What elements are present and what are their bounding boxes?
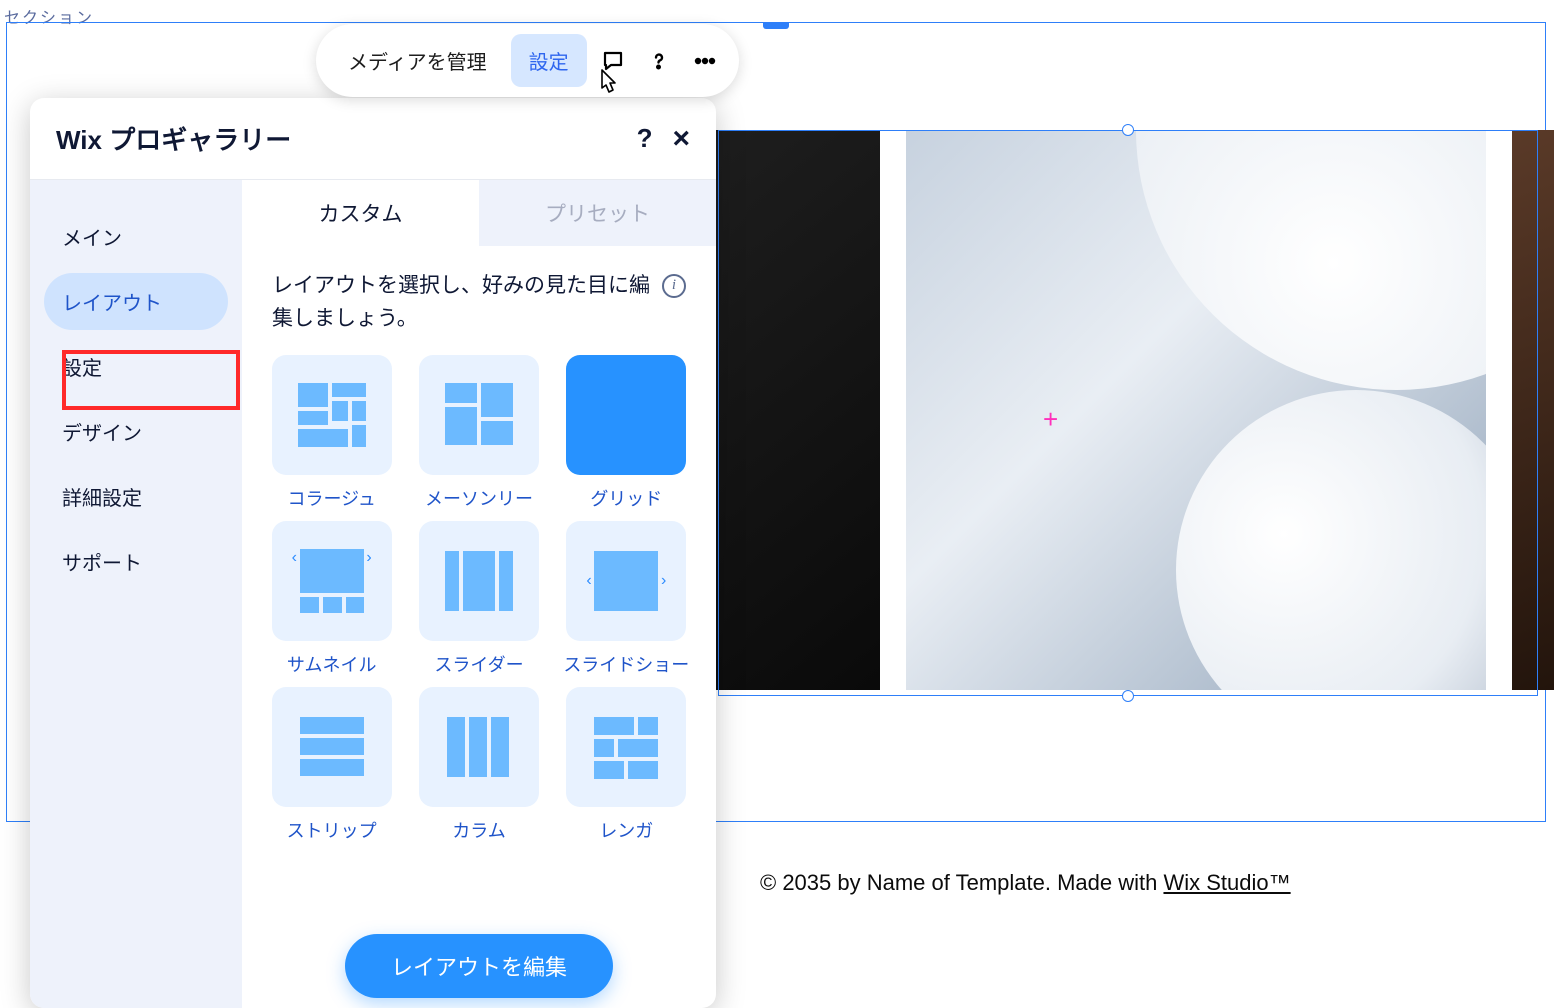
panel-sidebar: メイン レイアウト 設定 デザイン 詳細設定 サポート: [30, 180, 242, 1008]
sidebar-item-design[interactable]: デザイン: [44, 403, 228, 460]
layout-label: レンガ: [599, 817, 653, 843]
sidebar-item-main[interactable]: メイン: [44, 208, 228, 265]
arrow-left-icon: ‹: [586, 572, 591, 590]
layout-option-column[interactable]: カラム: [413, 687, 544, 843]
tab-preset[interactable]: プリセット: [479, 180, 716, 246]
layout-label: ストリップ: [287, 817, 377, 843]
panel-close-button[interactable]: ×: [672, 122, 690, 156]
sidebar-item-support[interactable]: サポート: [44, 533, 228, 590]
footer-prefix: © 2035 by Name of Template. Made with: [760, 870, 1163, 895]
layout-option-masonry[interactable]: メーソンリー: [413, 355, 544, 511]
layout-description: レイアウトを選択し、好みの見た目に編集しましょう。 i: [242, 246, 716, 339]
layout-label: メーソンリー: [425, 485, 533, 511]
layout-label: スライダー: [434, 651, 523, 677]
gallery-image-center[interactable]: [906, 130, 1486, 690]
arrow-left-icon: ‹: [292, 549, 297, 567]
thumbnail-nav-arrows: ‹ ›: [272, 521, 392, 641]
arrow-right-icon: ›: [661, 572, 666, 590]
layout-label: サムネイル: [287, 651, 377, 677]
panel-content: カスタム プリセット レイアウトを選択し、好みの見た目に編集しましょう。 i コ…: [242, 180, 716, 1008]
frame-top-handle[interactable]: [763, 23, 789, 29]
layout-option-brick[interactable]: レンガ: [561, 687, 692, 843]
footer-link[interactable]: Wix Studio™: [1163, 870, 1290, 895]
sidebar-item-settings[interactable]: 設定: [44, 338, 228, 395]
tab-custom[interactable]: カスタム: [242, 180, 479, 246]
layout-label: コラージュ: [287, 485, 375, 511]
layout-label: グリッド: [590, 485, 662, 511]
layout-option-slideshow[interactable]: ‹ › スライドショー: [561, 521, 692, 677]
slideshow-nav-arrows: ‹ ›: [566, 521, 686, 641]
panel-header-actions: ? ×: [637, 122, 690, 156]
sidebar-item-layout[interactable]: レイアウト: [44, 273, 228, 330]
sidebar-item-advanced[interactable]: 詳細設定: [44, 468, 228, 525]
layout-label: カラム: [452, 817, 505, 843]
pro-gallery-settings-panel: Wix プロギャラリー ? × メイン レイアウト 設定 デザイン 詳細設定 サ…: [30, 98, 716, 1008]
panel-title: Wix プロギャラリー: [56, 120, 291, 157]
layout-option-grid[interactable]: グリッド: [561, 355, 692, 511]
footer-text: © 2035 by Name of Template. Made with Wi…: [760, 870, 1291, 896]
layout-label: スライドショー: [563, 651, 689, 677]
panel-help-button[interactable]: ?: [637, 123, 653, 154]
comments-icon[interactable]: [593, 41, 633, 81]
element-action-toolbar: メディアを管理 設定: [316, 24, 739, 97]
gallery-image-left[interactable]: [700, 130, 880, 690]
layout-option-thumbnail[interactable]: ‹ › サムネイル: [266, 521, 397, 677]
settings-button[interactable]: 設定: [511, 34, 587, 87]
more-icon[interactable]: [685, 41, 725, 81]
layout-option-slider[interactable]: スライダー: [413, 521, 544, 677]
layout-option-strip[interactable]: ストリップ: [266, 687, 397, 843]
gallery-preview: [700, 130, 1554, 690]
panel-header: Wix プロギャラリー ? ×: [30, 98, 716, 180]
info-icon[interactable]: i: [662, 274, 686, 298]
manage-media-button[interactable]: メディアを管理: [330, 34, 505, 87]
layout-options-grid: コラージュ メーソンリー グリッド: [242, 339, 716, 843]
arrow-right-icon: ›: [366, 549, 371, 567]
layout-description-text: レイアウトを選択し、好みの見た目に編集しましょう。: [272, 270, 652, 335]
layout-tabs: カスタム プリセット: [242, 180, 716, 246]
edit-layout-button[interactable]: レイアウトを編集: [345, 934, 613, 998]
layout-option-collage[interactable]: コラージュ: [266, 355, 397, 511]
gallery-image-right[interactable]: [1512, 130, 1554, 690]
help-icon[interactable]: [639, 41, 679, 81]
